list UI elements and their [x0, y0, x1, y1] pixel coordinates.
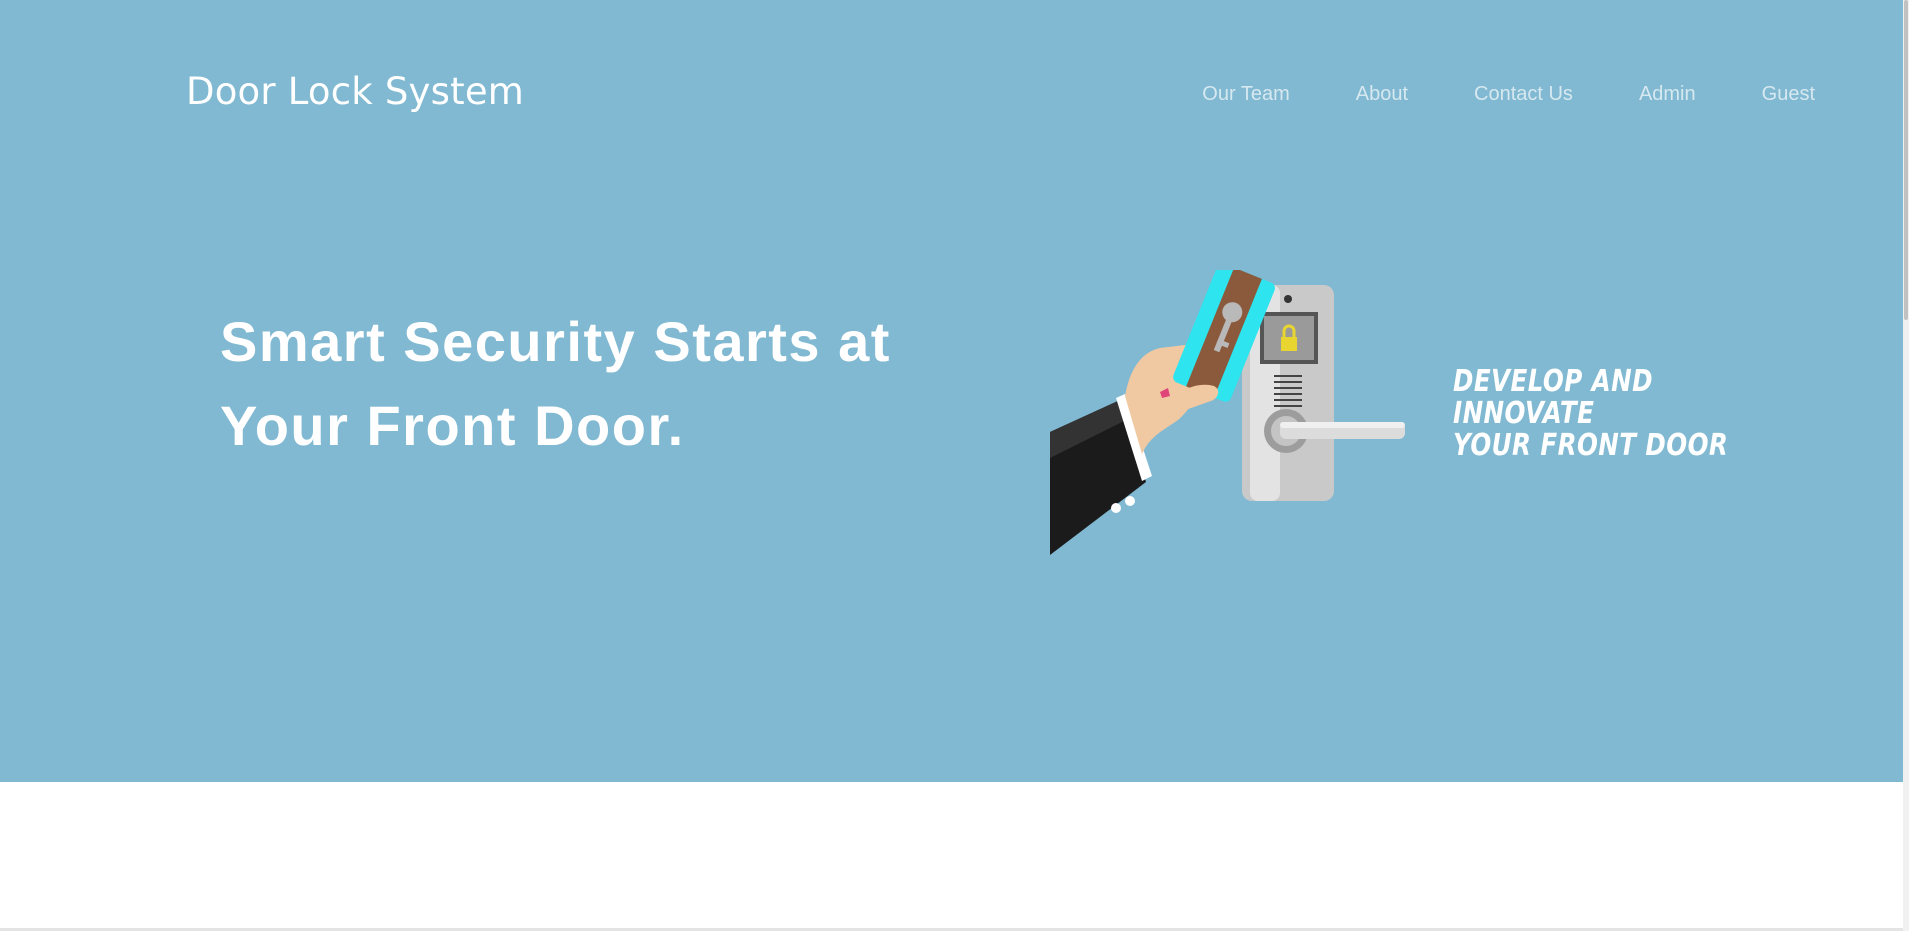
main-nav: Our Team About Contact Us Admin Guest [1202, 83, 1815, 106]
nav-admin[interactable]: Admin [1639, 83, 1696, 106]
tagline-line-2: YOUR FRONT DOOR [1453, 428, 1729, 463]
door-lock-icon [1242, 285, 1405, 501]
headline-line-1: Smart Security Starts at [220, 310, 891, 373]
headline-line-2: Your Front Door. [220, 394, 685, 457]
content-section [0, 782, 1903, 928]
page: Door Lock System Our Team About Contact … [0, 0, 1909, 931]
hand-card-door-lock-illustration [1050, 270, 1405, 555]
nav-about[interactable]: About [1356, 83, 1408, 106]
hero-headline: Smart Security Starts at Your Front Door… [220, 300, 1040, 468]
tagline-line-1: DEVELOP AND INNOVATE [1453, 364, 1653, 431]
vertical-scrollbar[interactable] [1903, 0, 1909, 931]
scrollbar-thumb[interactable] [1904, 0, 1908, 320]
nav-guest[interactable]: Guest [1762, 83, 1815, 106]
hero-tagline: DEVELOP AND INNOVATE YOUR FRONT DOOR [1453, 366, 1748, 462]
nav-our-team[interactable]: Our Team [1202, 83, 1289, 106]
nav-contact-us[interactable]: Contact Us [1474, 83, 1573, 106]
brand-title[interactable]: Door Lock System [186, 70, 524, 113]
hero-section: Door Lock System Our Team About Contact … [0, 0, 1903, 782]
